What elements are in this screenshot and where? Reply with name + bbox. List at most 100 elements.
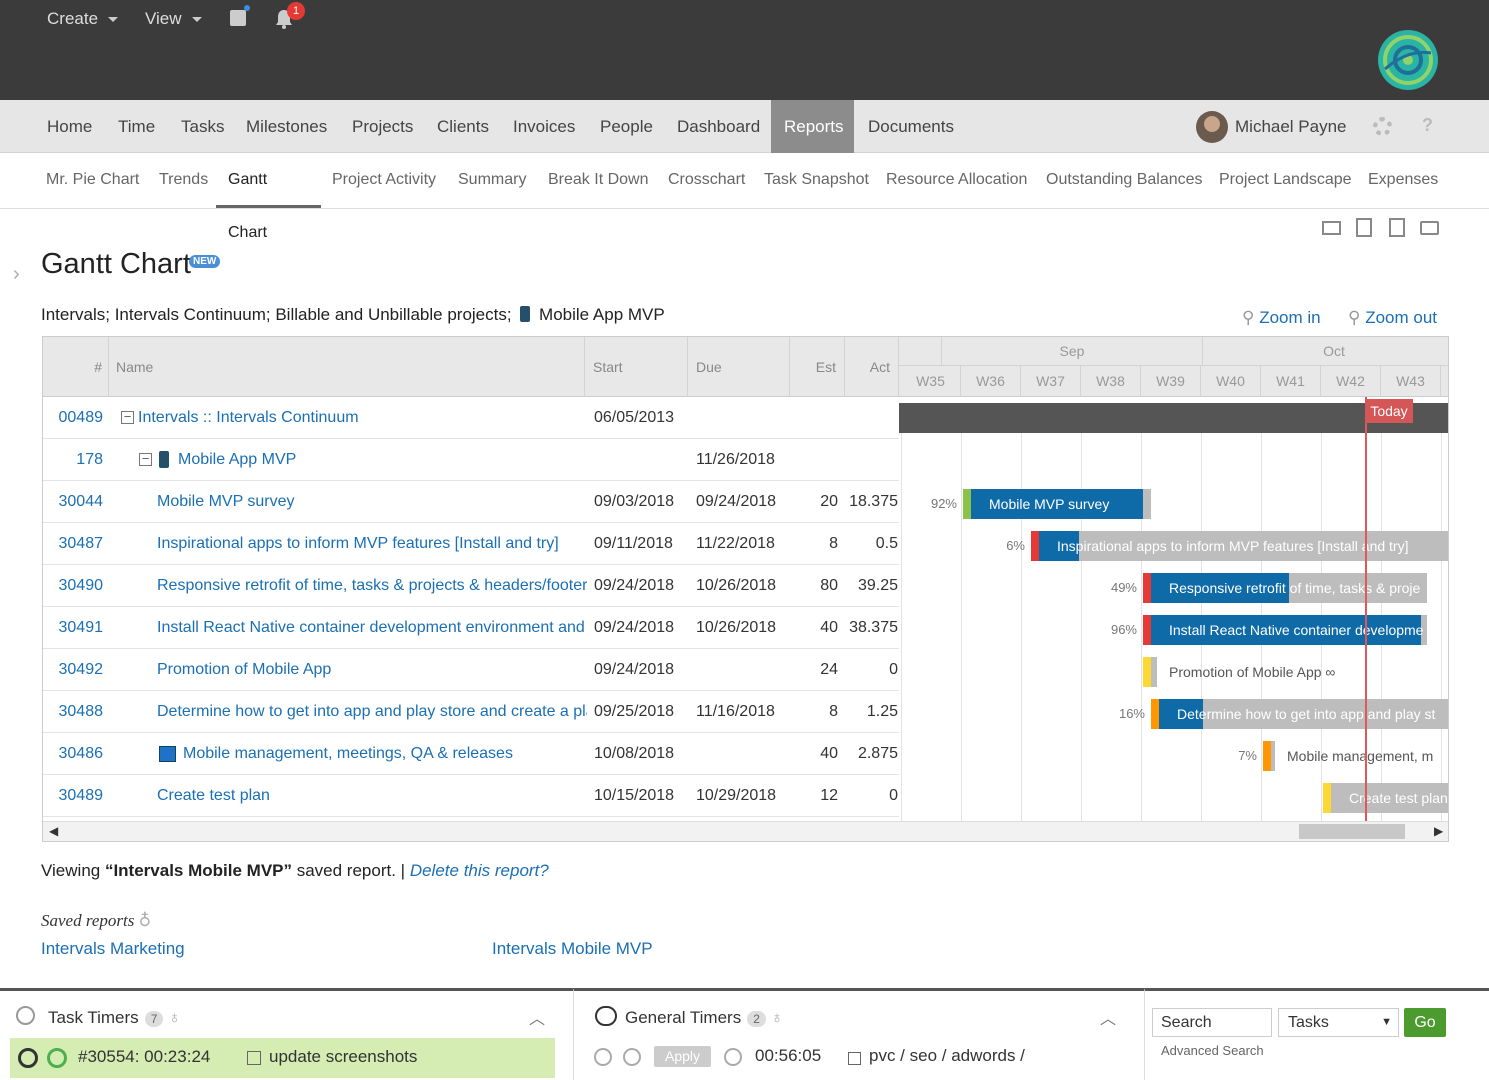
task-timer-desc[interactable]: update screenshots	[269, 1047, 417, 1067]
lightbulb-icon[interactable]: ♁	[771, 1008, 784, 1027]
col-num[interactable]: #	[43, 337, 109, 397]
nav-projects[interactable]: Projects	[339, 100, 426, 153]
tab-gantt-chart[interactable]: Gantt Chart	[216, 153, 321, 241]
cancel-icon[interactable]	[724, 1048, 742, 1066]
search-type-select[interactable]: Tasks ▼	[1278, 1008, 1399, 1037]
nav-clients[interactable]: Clients	[424, 100, 502, 153]
task-name-link[interactable]: Mobile App MVP	[178, 439, 587, 481]
task-id-link[interactable]: 30491	[43, 607, 104, 649]
nav-dashboard[interactable]: Dashboard	[664, 100, 773, 153]
email-icon[interactable]	[1322, 221, 1341, 235]
scroll-left-arrow[interactable]: ◀	[49, 824, 58, 838]
task-id-link[interactable]: 30044	[43, 481, 104, 523]
delete-report-link[interactable]: Delete this report?	[410, 861, 549, 880]
collapse-icon[interactable]: ︿	[1100, 1005, 1116, 1029]
task-name-link[interactable]: Mobile MVP survey	[157, 481, 587, 523]
col-name[interactable]: Name	[109, 337, 585, 397]
task-id-link[interactable]: 30488	[43, 691, 104, 733]
task-name-link[interactable]: Responsive retrofit of time, tasks & pro…	[157, 565, 587, 607]
stop-timer-icon[interactable]	[18, 1048, 38, 1068]
tab-crosschart[interactable]: Crosschart	[656, 153, 757, 208]
col-start[interactable]: Start	[585, 337, 688, 397]
col-est[interactable]: Est	[790, 337, 845, 397]
nav-time[interactable]: Time	[105, 100, 168, 153]
apply-button[interactable]: Apply	[654, 1046, 711, 1067]
table-row[interactable]: 30491 Install React Native container deve…	[43, 607, 899, 649]
lightbulb-icon[interactable]: ♁	[139, 911, 151, 930]
chevron-right-icon[interactable]: ›	[13, 263, 20, 286]
scroll-right-arrow[interactable]: ▶	[1434, 824, 1443, 838]
clock-icon[interactable]	[594, 1048, 612, 1066]
tab-outstanding-balances[interactable]: Outstanding Balances	[1034, 153, 1215, 208]
create-menu[interactable]: Create	[47, 9, 119, 29]
horizontal-scrollbar[interactable]: ◀ ▶	[43, 821, 1448, 841]
lightbulb-icon[interactable]: ♁	[168, 1008, 181, 1027]
image-export-icon[interactable]	[1356, 218, 1372, 237]
task-name-link[interactable]: Intervals :: Intervals Continuum	[138, 397, 587, 439]
user-name[interactable]: Michael Payne	[1235, 100, 1347, 153]
table-row[interactable]: 178 − Mobile App MVP 11/26/2018	[43, 439, 899, 481]
table-row[interactable]: 30490 Responsive retrofit of time, tasks …	[43, 565, 899, 607]
nav-tasks[interactable]: Tasks	[168, 100, 237, 153]
tab-project-activity[interactable]: Project Activity	[320, 153, 448, 208]
tab-project-landscape[interactable]: Project Landscape	[1207, 153, 1364, 208]
task-id-link[interactable]: 30492	[43, 649, 104, 691]
task-id-link[interactable]: 30489	[43, 775, 104, 817]
table-row[interactable]: 30044 Mobile MVP survey 09/03/2018 09/24/20…	[43, 481, 899, 523]
pdf-export-icon[interactable]	[1389, 218, 1405, 237]
tab-task-snapshot[interactable]: Task Snapshot	[752, 153, 881, 208]
avatar[interactable]	[1196, 111, 1228, 143]
saved-report-link[interactable]: Intervals Mobile MVP	[492, 939, 653, 959]
search-input[interactable]	[1152, 1008, 1272, 1037]
add-timer-icon[interactable]	[595, 1006, 617, 1026]
table-row[interactable]: 30492 Promotion of Mobile App 09/24/2018 24…	[43, 649, 899, 691]
bell-icon[interactable]: 1	[273, 2, 305, 35]
go-button[interactable]: Go	[1404, 1008, 1446, 1037]
collapse-toggle-icon[interactable]: −	[121, 411, 134, 424]
print-icon[interactable]	[1420, 221, 1439, 235]
table-row[interactable]: 30489 Create test plan 10/15/2018 10/29/201…	[43, 775, 899, 817]
table-row[interactable]: 30486 Mobile management, meetings, QA & r…	[43, 733, 899, 775]
help-icon[interactable]: ?	[1422, 115, 1433, 136]
advanced-search-link[interactable]: Advanced Search	[1161, 1043, 1264, 1058]
gear-icon[interactable]	[1373, 117, 1392, 136]
table-row[interactable]: 30488 Determine how to get into app and p…	[43, 691, 899, 733]
saved-report-link[interactable]: Intervals Marketing	[41, 939, 185, 959]
task-name-link[interactable]: Install React Native container developme…	[157, 607, 587, 649]
tab-trends[interactable]: Trends	[147, 153, 220, 208]
collapse-toggle-icon[interactable]: −	[139, 453, 152, 466]
col-due[interactable]: Due	[688, 337, 790, 397]
task-timer-row[interactable]: #30554: 00:23:24 update screenshots	[10, 1038, 555, 1078]
general-timer-time[interactable]: 00:56:05	[755, 1046, 821, 1066]
nav-reports[interactable]: Reports	[771, 100, 854, 153]
scrollbar-thumb[interactable]	[1299, 824, 1405, 839]
table-row[interactable]: 30487 Inspirational apps to inform MVP fe…	[43, 523, 899, 565]
play-icon[interactable]	[623, 1048, 641, 1066]
task-id-link[interactable]: 00489	[43, 397, 104, 439]
view-menu[interactable]: View	[145, 9, 202, 29]
task-name-link[interactable]: Promotion of Mobile App	[157, 649, 587, 691]
nav-home[interactable]: Home	[34, 100, 105, 153]
note-icon[interactable]	[230, 5, 250, 26]
nav-people[interactable]: People	[587, 100, 666, 153]
nav-invoices[interactable]: Invoices	[500, 100, 588, 153]
pause-timer-icon[interactable]	[47, 1048, 67, 1068]
tab-summary[interactable]: Summary	[446, 153, 538, 208]
col-act[interactable]: Act	[845, 337, 899, 397]
tab-expenses[interactable]: Expenses	[1356, 153, 1450, 208]
task-name-link[interactable]: Determine how to get into app and play s…	[157, 691, 587, 733]
task-timer-entry[interactable]: #30554: 00:23:24	[78, 1047, 210, 1067]
tab-mr-pie-chart[interactable]: Mr. Pie Chart	[34, 153, 151, 208]
task-id-link[interactable]: 178	[43, 439, 103, 481]
task-id-link[interactable]: 30490	[43, 565, 104, 607]
nav-documents[interactable]: Documents	[855, 100, 967, 153]
app-logo[interactable]	[1377, 29, 1439, 96]
task-name-link[interactable]: Create test plan	[157, 775, 587, 817]
zoom-in-button[interactable]: ⚲ Zoom in	[1242, 308, 1321, 328]
task-name-link[interactable]: Mobile management, meetings, QA & releas…	[183, 733, 587, 775]
task-name-link[interactable]: Inspirational apps to inform MVP feature…	[157, 523, 587, 565]
tab-resource-allocation[interactable]: Resource Allocation	[874, 153, 1039, 208]
zoom-out-button[interactable]: ⚲ Zoom out	[1348, 308, 1437, 328]
tab-break-it-down[interactable]: Break It Down	[536, 153, 660, 208]
task-id-link[interactable]: 30487	[43, 523, 104, 565]
